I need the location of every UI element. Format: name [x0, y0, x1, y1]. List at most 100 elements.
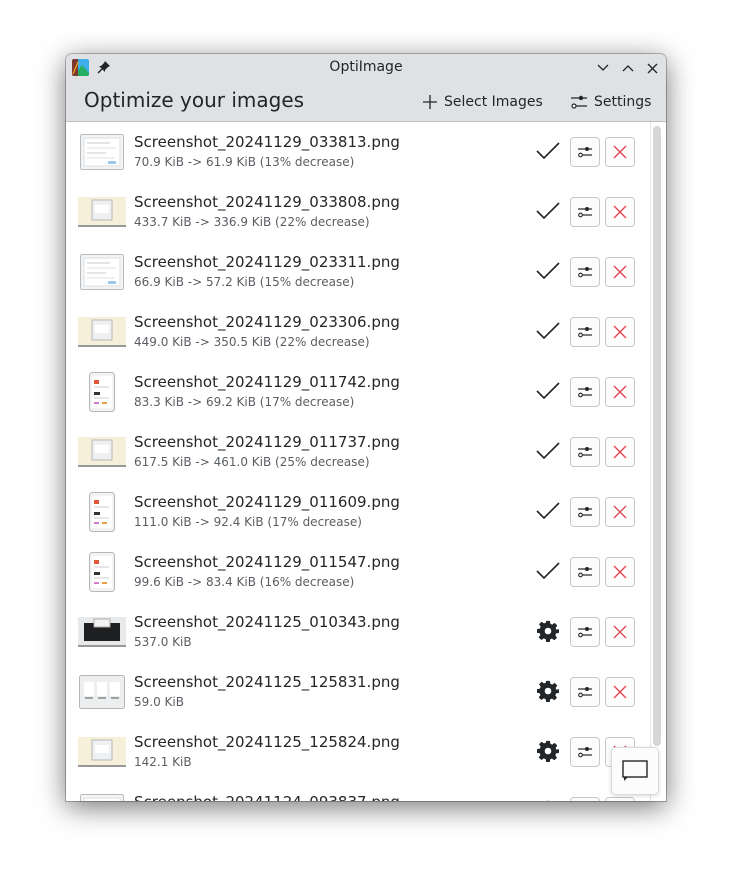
list-item[interactable]: Screenshot_20241129_023306.png 449.0 KiB … — [66, 302, 650, 362]
close-icon — [613, 445, 627, 459]
file-name: Screenshot_20241129_033813.png — [134, 133, 400, 151]
settings-label: Settings — [594, 94, 652, 110]
file-size: 83.3 KiB -> 69.2 KiB (17% decrease) — [134, 395, 355, 409]
file-size: 449.0 KiB -> 350.5 KiB (22% decrease) — [134, 335, 370, 349]
file-size: 617.5 KiB -> 461.0 KiB (25% decrease) — [134, 455, 370, 469]
status-indicator — [536, 799, 560, 801]
file-name: Screenshot_20241129_011609.png — [134, 493, 400, 511]
close-icon — [647, 63, 657, 73]
status-indicator — [536, 739, 560, 763]
image-thumbnail — [78, 193, 126, 231]
sliders-icon — [578, 567, 592, 578]
image-thumbnail — [78, 492, 126, 532]
remove-button[interactable] — [605, 317, 635, 347]
speech-bubble-icon — [622, 760, 648, 781]
status-indicator — [536, 559, 560, 583]
remove-button[interactable] — [605, 437, 635, 467]
gear-icon — [537, 680, 559, 702]
list-item[interactable]: Screenshot_20241129_011609.png 111.0 KiB … — [66, 482, 650, 542]
file-size: 142.1 KiB — [134, 755, 192, 769]
configure-button[interactable] — [570, 437, 600, 467]
feedback-button[interactable] — [611, 747, 659, 795]
status-indicator — [536, 199, 560, 223]
select-images-button[interactable]: Select Images — [422, 90, 543, 114]
list-item[interactable]: Screenshot_20241129_011547.png 99.6 KiB -… — [66, 542, 650, 602]
configure-button[interactable] — [570, 617, 600, 647]
list-item[interactable]: Screenshot_20241124_093837.png — [66, 782, 650, 801]
configure-button[interactable] — [570, 317, 600, 347]
remove-button[interactable] — [605, 137, 635, 167]
configure-button[interactable] — [570, 737, 600, 767]
file-size: 66.9 KiB -> 57.2 KiB (15% decrease) — [134, 275, 355, 289]
close-icon — [613, 265, 627, 279]
checkmark-icon — [536, 442, 560, 460]
settings-button[interactable]: Settings — [570, 90, 651, 114]
list-item[interactable]: Screenshot_20241129_011737.png 617.5 KiB … — [66, 422, 650, 482]
chevron-down-icon — [597, 64, 609, 71]
close-icon — [613, 385, 627, 399]
remove-button[interactable] — [605, 557, 635, 587]
file-size: 99.6 KiB -> 83.4 KiB (16% decrease) — [134, 575, 355, 589]
close-window-button[interactable] — [642, 58, 662, 78]
select-images-label: Select Images — [444, 94, 543, 110]
status-indicator — [536, 679, 560, 703]
remove-button[interactable] — [605, 497, 635, 527]
maximize-button[interactable] — [618, 58, 638, 78]
image-thumbnail — [78, 673, 126, 711]
remove-button[interactable] — [605, 617, 635, 647]
file-name: Screenshot_20241125_125824.png — [134, 733, 400, 751]
checkmark-icon — [536, 202, 560, 220]
configure-button[interactable] — [570, 377, 600, 407]
file-name: Screenshot_20241129_033808.png — [134, 193, 400, 211]
list-item[interactable]: Screenshot_20241125_125824.png 142.1 KiB — [66, 722, 650, 782]
configure-button[interactable] — [570, 677, 600, 707]
list-item[interactable]: Screenshot_20241129_033808.png 433.7 KiB … — [66, 182, 650, 242]
plus-icon — [423, 95, 437, 109]
app-window: OptiImage Optimize your images Select Im… — [66, 54, 666, 801]
configure-button[interactable] — [570, 257, 600, 287]
remove-button[interactable] — [605, 677, 635, 707]
file-name: Screenshot_20241125_125831.png — [134, 673, 400, 691]
image-thumbnail — [78, 313, 126, 351]
sliders-icon — [578, 747, 592, 758]
sliders-icon — [578, 687, 592, 698]
remove-button[interactable] — [605, 197, 635, 227]
file-name: Screenshot_20241129_023311.png — [134, 253, 400, 271]
configure-button[interactable] — [570, 797, 600, 801]
title-bar[interactable]: OptiImage — [66, 54, 666, 82]
file-name: Screenshot_20241125_010343.png — [134, 613, 400, 631]
window-title: OptiImage — [329, 59, 403, 75]
minimize-button[interactable] — [593, 58, 613, 78]
list-item[interactable]: Screenshot_20241129_023311.png 66.9 KiB -… — [66, 242, 650, 302]
remove-button[interactable] — [605, 377, 635, 407]
list-item[interactable]: Screenshot_20241125_125831.png 59.0 KiB — [66, 662, 650, 722]
checkmark-icon — [536, 322, 560, 340]
configure-button[interactable] — [570, 197, 600, 227]
remove-button[interactable] — [605, 797, 635, 801]
sliders-icon — [578, 447, 592, 458]
gear-icon — [546, 800, 550, 801]
image-thumbnail — [78, 372, 126, 412]
configure-button[interactable] — [570, 497, 600, 527]
file-size: 70.9 KiB -> 61.9 KiB (13% decrease) — [134, 155, 355, 169]
image-thumbnail — [78, 733, 126, 771]
close-icon — [613, 625, 627, 639]
list-item[interactable]: Screenshot_20241129_033813.png 70.9 KiB -… — [66, 122, 650, 182]
image-list: Screenshot_20241129_033813.png 70.9 KiB -… — [66, 122, 650, 801]
remove-button[interactable] — [605, 257, 635, 287]
configure-button[interactable] — [570, 137, 600, 167]
image-thumbnail — [78, 793, 126, 801]
close-icon — [613, 685, 627, 699]
list-item[interactable]: Screenshot_20241125_010343.png 537.0 KiB — [66, 602, 650, 662]
gear-icon — [537, 740, 559, 762]
image-thumbnail — [78, 133, 126, 171]
sliders-icon — [578, 147, 592, 158]
list-item[interactable]: Screenshot_20241129_011742.png 83.3 KiB -… — [66, 362, 650, 422]
checkmark-icon — [536, 502, 560, 520]
pin-icon[interactable] — [97, 59, 111, 74]
image-thumbnail — [78, 253, 126, 291]
scrollbar-thumb[interactable] — [653, 126, 661, 746]
configure-button[interactable] — [570, 557, 600, 587]
file-size: 433.7 KiB -> 336.9 KiB (22% decrease) — [134, 215, 370, 229]
status-indicator — [536, 139, 560, 163]
